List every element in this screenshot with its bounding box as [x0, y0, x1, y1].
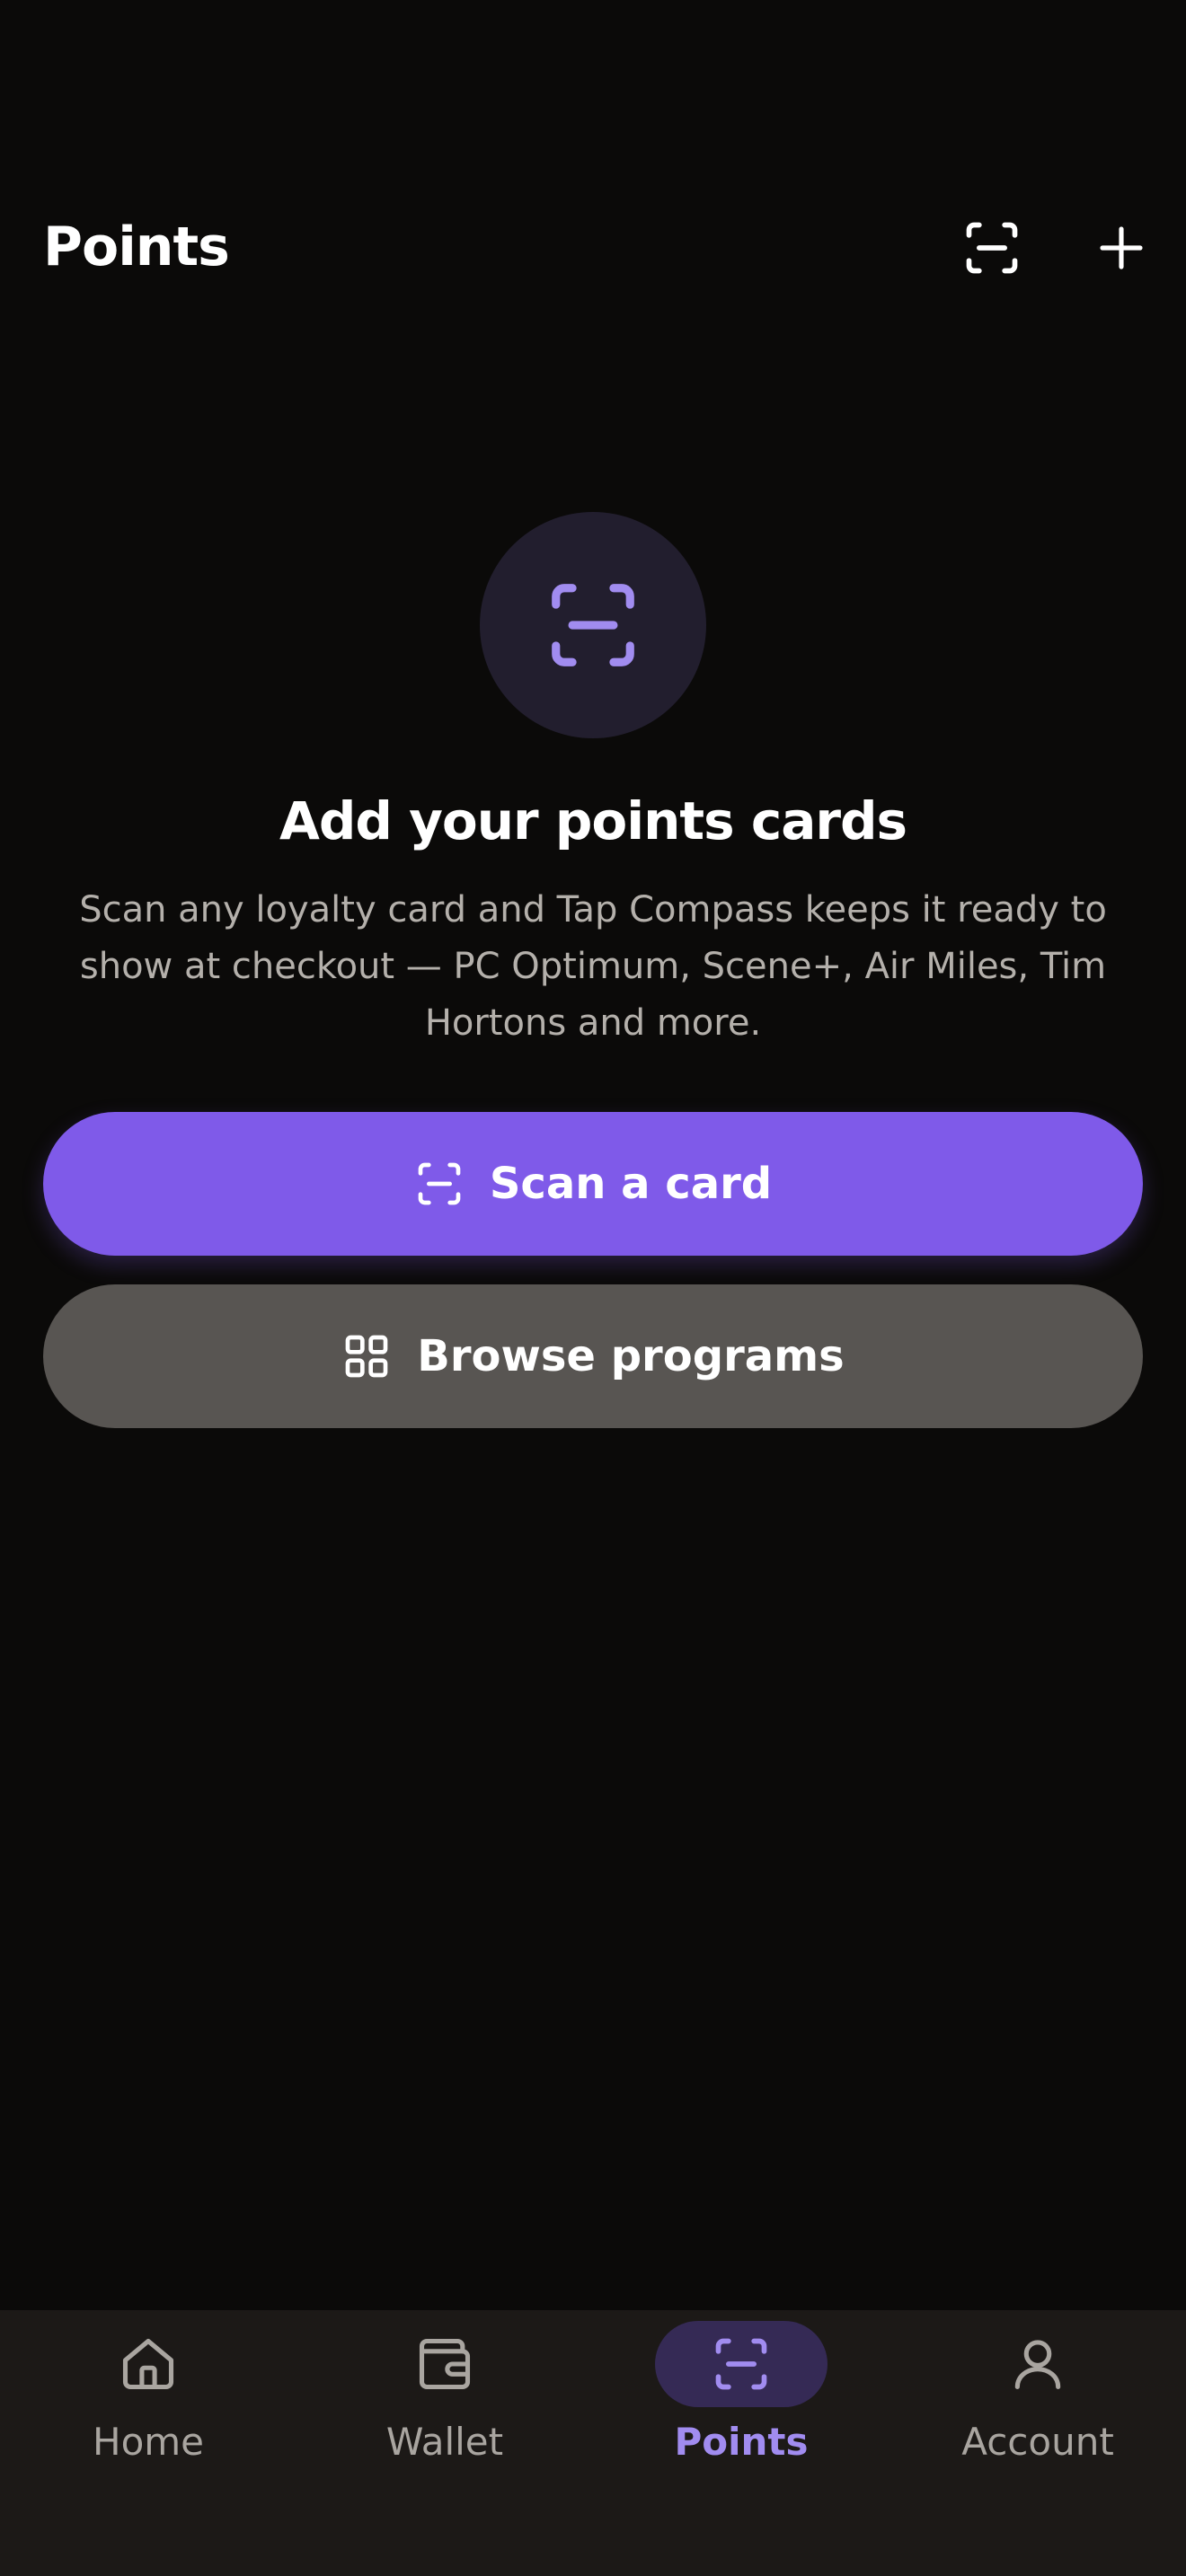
bottom-nav: Home Wallet Points Account	[0, 2310, 1186, 2576]
nav-item-home[interactable]: Home	[0, 2310, 296, 2526]
nav-label-home: Home	[92, 2420, 205, 2464]
home-icon	[122, 2338, 174, 2390]
empty-state-description: Scan any loyalty card and Tap Compass ke…	[79, 889, 1107, 1044]
nav-icon-container	[655, 2321, 828, 2407]
scan-card-label: Scan a card	[489, 1159, 773, 1209]
scan-icon	[966, 222, 1018, 274]
nav-item-wallet[interactable]: Wallet	[296, 2310, 593, 2526]
nav-label-account: Account	[961, 2420, 1114, 2464]
wallet-icon	[419, 2338, 471, 2390]
page-title: Points	[43, 216, 230, 278]
nav-label-points: Points	[674, 2420, 809, 2464]
scan-icon	[552, 584, 634, 666]
user-icon	[1014, 2340, 1061, 2390]
add-button[interactable]	[1078, 205, 1164, 291]
plus-icon	[1100, 226, 1143, 269]
nav-label-wallet: Wallet	[385, 2420, 504, 2464]
nav-icon-container	[358, 2321, 531, 2407]
scan-icon	[715, 2338, 767, 2390]
empty-state-icon-circle	[480, 512, 706, 738]
nav-icon-container	[951, 2321, 1124, 2407]
grid-icon	[345, 1335, 388, 1378]
browse-programs-button[interactable]: Browse programs	[43, 1284, 1143, 1428]
browse-programs-label: Browse programs	[417, 1331, 845, 1381]
scan-icon	[418, 1162, 461, 1205]
scan-card-button[interactable]: Scan a card	[43, 1112, 1143, 1256]
nav-icon-container	[62, 2321, 235, 2407]
points-screen: Points Add your points cards Scan any lo…	[0, 0, 1186, 2576]
nav-item-points[interactable]: Points	[593, 2310, 890, 2526]
nav-item-account[interactable]: Account	[890, 2310, 1186, 2526]
empty-state-title: Add your points cards	[279, 790, 907, 851]
header: Points	[0, 205, 1186, 295]
scan-button[interactable]	[949, 205, 1035, 291]
